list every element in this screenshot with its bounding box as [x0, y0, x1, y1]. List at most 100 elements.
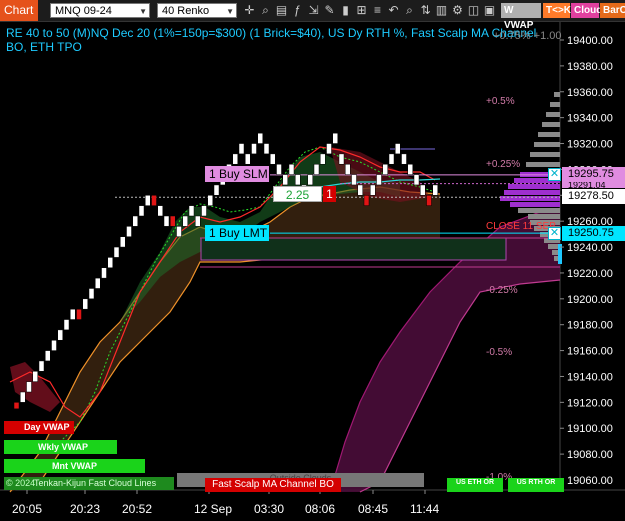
renko-brick: [245, 153, 251, 165]
y-tick-label: 19200.00: [567, 294, 613, 306]
y-tick-label: 19160.00: [567, 346, 613, 358]
mnt-vwap-button[interactable]: Mnt VWAP: [4, 459, 145, 473]
renko-brick: [376, 174, 382, 186]
strategy-icon[interactable]: ⇲: [306, 3, 321, 18]
renko-brick: [70, 308, 76, 320]
renko-brick: [426, 195, 432, 206]
x-tick-label: 11:44: [410, 502, 439, 516]
data-box-icon[interactable]: ⊞: [354, 3, 369, 18]
renko-brick: [126, 226, 132, 237]
renko-brick: [238, 143, 245, 155]
drawing-icon[interactable]: ✎: [322, 3, 337, 18]
barco-button[interactable]: BarCo: [600, 3, 625, 18]
tpo-profile-bar: [504, 190, 560, 195]
renko-brick: [295, 174, 301, 186]
tpo-profile-bar: [538, 132, 560, 137]
renko-brick: [363, 195, 370, 206]
zoom-icon[interactable]: ⌕: [258, 3, 273, 18]
settings-icon[interactable]: ▥: [434, 3, 449, 18]
lock-icon[interactable]: ▣: [482, 3, 497, 18]
renko-brick: [132, 215, 138, 227]
tpo-profile-bar: [518, 208, 560, 213]
renko-brick: [338, 153, 345, 165]
x-tick-label: 20:23: [70, 502, 100, 516]
y-tick-label: 19100.00: [567, 423, 613, 435]
tpo-profile-bar: [510, 202, 560, 207]
renko-brick: [370, 184, 376, 196]
search-icon[interactable]: ⌕: [402, 3, 417, 18]
position-pnl-tag[interactable]: 2.25: [273, 186, 322, 202]
y-tick-label: 19320.00: [567, 139, 613, 151]
position-qty-tag[interactable]: 1: [323, 186, 336, 202]
y-tick-label: 19240.00: [567, 242, 613, 254]
cloud-button[interactable]: Cloud: [571, 3, 602, 18]
gear-icon[interactable]: ⚙: [450, 3, 465, 18]
renko-brick: [95, 277, 101, 289]
properties-icon[interactable]: ▤: [274, 3, 289, 18]
renko-brick: [413, 174, 420, 186]
renko-brick: [57, 329, 63, 341]
renko-brick: [138, 205, 145, 217]
renko-brick: [282, 174, 288, 186]
tpo-profile-bar: [542, 122, 560, 127]
undo-icon[interactable]: ↶: [386, 3, 401, 18]
price-tag-buy-slm: 19295.75: [562, 167, 625, 182]
chart-trader-icon[interactable]: ⇅: [418, 3, 433, 18]
wvwap-button[interactable]: W VWAP: [501, 3, 541, 31]
renko-brick: [51, 339, 57, 351]
close-order-icon[interactable]: ✕: [548, 168, 561, 181]
us-eth-or-button[interactable]: US ETH OR: [447, 478, 503, 492]
renko-brick: [13, 402, 20, 410]
renko-brick: [432, 184, 438, 196]
renko-brick: [263, 143, 270, 155]
renko-brick: [151, 195, 157, 206]
x-tick-label: 03:30: [254, 502, 284, 516]
us-rth-or-button[interactable]: US RTH OR: [508, 478, 564, 492]
tk-button[interactable]: T<>K: [543, 3, 571, 18]
renko-brick: [307, 174, 313, 186]
bar-icon[interactable]: ▮: [338, 3, 353, 18]
period-selector[interactable]: 40 Renko ▼: [157, 3, 237, 18]
renko-brick: [170, 215, 176, 227]
orders-icon[interactable]: ≡: [370, 3, 385, 18]
renko-brick: [270, 153, 276, 165]
chevron-down-icon: ▼: [139, 7, 147, 16]
tpo-profile-bar: [550, 102, 560, 107]
top-right-percent-label: +0.75% +1.00: [493, 30, 562, 42]
renko-brick: [26, 381, 32, 393]
x-tick-label: 08:45: [358, 502, 388, 516]
renko-brick: [107, 257, 113, 269]
y-tick-label: 19120.00: [567, 397, 613, 409]
renko-brick: [276, 163, 282, 175]
close-order-icon[interactable]: ✕: [548, 227, 561, 240]
renko-brick: [101, 267, 107, 279]
buy-slm-order-tag[interactable]: 1 Buy SLM: [205, 166, 269, 182]
tpo-profile-bar: [508, 184, 560, 189]
buy-lmt-order-tag[interactable]: 1 Buy LMT: [205, 225, 269, 241]
wkly-vwap-button[interactable]: Wkly VWAP: [4, 440, 117, 454]
fx-icon[interactable]: ◫: [466, 3, 481, 18]
renko-brick: [38, 360, 45, 372]
renko-brick: [345, 163, 351, 175]
renko-brick: [332, 132, 338, 144]
y-tick-label: 19080.00: [567, 449, 613, 461]
day-vwap-button[interactable]: Day VWAP: [4, 421, 74, 434]
renko-brick: [163, 215, 170, 227]
renko-brick: [395, 143, 401, 155]
renko-brick: [251, 143, 257, 155]
renko-brick: [45, 350, 51, 362]
instrument-selector[interactable]: MNQ 09-24 ▼: [50, 3, 150, 18]
percent-label-minus-0-25: -0.25%: [486, 285, 518, 296]
renko-brick: [201, 205, 207, 217]
fast-scalp-button[interactable]: Fast Scalp MA Channel BO: [205, 478, 341, 492]
indicator-icon[interactable]: ƒ: [290, 3, 305, 18]
y-tick-label: 19340.00: [567, 113, 613, 125]
renko-brick: [113, 246, 120, 258]
renko-brick: [357, 184, 363, 196]
renko-brick: [401, 153, 407, 165]
crosshair-icon[interactable]: ✛: [242, 3, 257, 18]
x-tick-label: 08:06: [305, 502, 335, 516]
chart-toolbar: Chart MNQ 09-24 ▼ 40 Renko ▼ ✛ ⌕ ▤ ƒ ⇲ ✎…: [0, 0, 625, 31]
y-tick-label: 19380.00: [567, 61, 613, 73]
y-tick-label: 19360.00: [567, 87, 613, 99]
